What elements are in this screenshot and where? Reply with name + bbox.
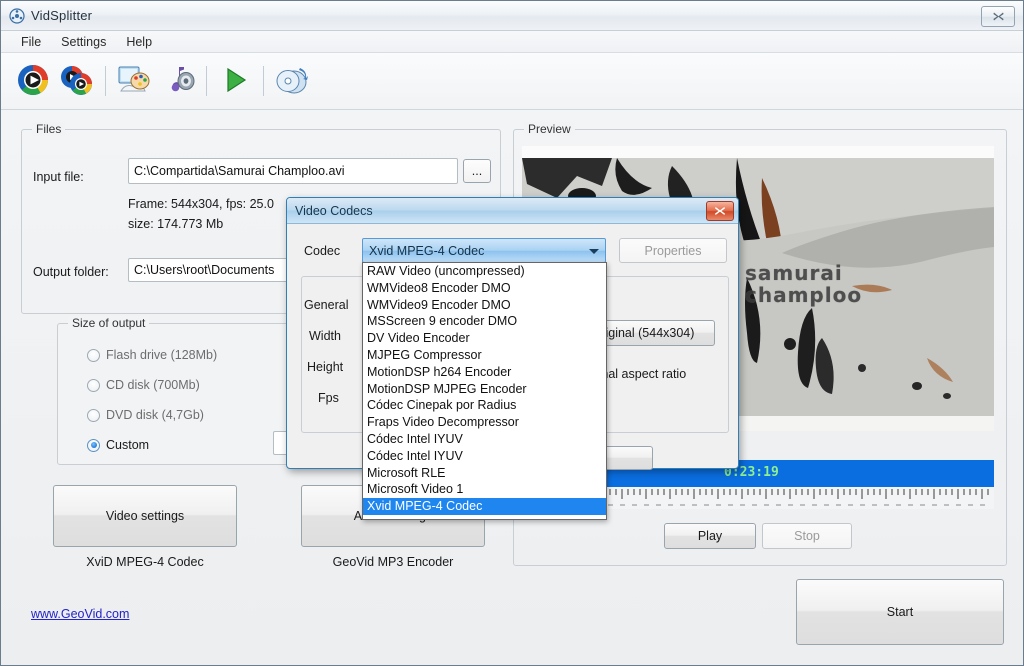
video-info-line2: size: 174.773 Mb bbox=[128, 217, 224, 231]
dialog-title: Video Codecs bbox=[295, 203, 373, 218]
video-effects-icon bbox=[117, 64, 151, 99]
radio-indicator bbox=[87, 378, 100, 392]
audio-codec-caption: GeoVid MP3 Encoder bbox=[332, 555, 454, 569]
dropdown-option[interactable]: MJPEG Compressor bbox=[363, 347, 606, 364]
dialog-codec-label: Codec bbox=[304, 244, 341, 258]
video-codecs-dialog: Video Codecs Codec Xvid MPEG-4 Codec Pro… bbox=[286, 197, 739, 520]
dropdown-option[interactable]: MotionDSP MJPEG Encoder bbox=[363, 381, 606, 398]
radio-label: Flash drive (128Mb) bbox=[106, 348, 218, 362]
dropdown-option[interactable]: WMVideo8 Encoder DMO bbox=[363, 280, 606, 297]
radio-indicator bbox=[87, 408, 100, 422]
play-button[interactable]: Play bbox=[664, 523, 756, 549]
burn-disc-icon bbox=[274, 64, 310, 99]
radio-indicator bbox=[87, 438, 100, 452]
video-info-line1: Frame: 544x304, fps: 25.0 bbox=[128, 197, 274, 211]
dropdown-option[interactable]: Microsoft Video 1 bbox=[363, 481, 606, 498]
input-file-field[interactable]: C:\Compartida\Samurai Champloo.avi bbox=[128, 158, 458, 184]
video-codec-caption: XviD MPEG-4 Codec bbox=[86, 555, 204, 569]
dropdown-option[interactable]: Códec Intel IYUV bbox=[363, 431, 606, 448]
menu-settings[interactable]: Settings bbox=[51, 33, 116, 51]
preview-letterbox bbox=[522, 146, 994, 158]
window-title: VidSplitter bbox=[31, 8, 93, 23]
dropdown-option[interactable]: MotionDSP h264 Encoder bbox=[363, 364, 606, 381]
preview-title-line2: champloo bbox=[745, 283, 863, 307]
start-button[interactable]: Start bbox=[796, 579, 1004, 645]
preview-legend: Preview bbox=[524, 122, 575, 136]
radio-indicator bbox=[87, 348, 100, 362]
film-reel-icon bbox=[9, 7, 25, 24]
toolbar-video-settings-button[interactable] bbox=[112, 58, 156, 104]
browse-input-button[interactable]: ... bbox=[463, 159, 491, 183]
codec-properties-button[interactable]: Properties bbox=[619, 238, 727, 263]
dropdown-option[interactable]: WMVideo9 Encoder DMO bbox=[363, 297, 606, 314]
dropdown-option[interactable]: Códec Intel IYUV bbox=[363, 448, 606, 465]
field-label-fps: Fps bbox=[318, 391, 339, 405]
dropdown-option[interactable]: Fraps Video Decompressor bbox=[363, 414, 606, 431]
geovid-link[interactable]: www.GeoVid.com bbox=[31, 607, 129, 621]
codec-combobox-value: Xvid MPEG-4 Codec bbox=[369, 243, 485, 258]
toolbar-separator bbox=[105, 66, 106, 96]
radio-custom[interactable]: Custom bbox=[87, 438, 149, 452]
window-titlebar: VidSplitter bbox=[1, 1, 1023, 31]
dropdown-option[interactable]: Microsoft RLE bbox=[363, 465, 606, 482]
input-file-label: Input file: bbox=[33, 170, 84, 184]
toolbar-start-button[interactable] bbox=[213, 58, 257, 104]
menu-help[interactable]: Help bbox=[116, 33, 162, 51]
field-label-general: General bbox=[304, 298, 349, 312]
field-label-width: Width bbox=[309, 329, 341, 343]
radio-cd-disk[interactable]: CD disk (700Mb) bbox=[87, 378, 200, 392]
audio-settings-icon bbox=[161, 64, 195, 99]
toolbar bbox=[1, 53, 1023, 110]
open-video-icon bbox=[16, 63, 50, 100]
toolbar-open-multiple-videos-button[interactable] bbox=[55, 58, 99, 104]
start-conversion-icon bbox=[220, 65, 250, 98]
toolbar-separator bbox=[263, 66, 264, 96]
codec-combobox[interactable]: Xvid MPEG-4 Codec bbox=[362, 238, 606, 263]
chevron-down-icon bbox=[589, 248, 599, 254]
toolbar-open-video-button[interactable] bbox=[11, 58, 55, 104]
menu-file[interactable]: File bbox=[11, 33, 51, 51]
dropdown-option[interactable]: DV Video Encoder bbox=[363, 330, 606, 347]
menubar: File Settings Help bbox=[1, 31, 1023, 53]
radio-label: DVD disk (4,7Gb) bbox=[106, 408, 204, 422]
toolbar-burn-disc-button[interactable] bbox=[270, 58, 314, 104]
size-of-output-legend: Size of output bbox=[68, 316, 150, 330]
dropdown-option[interactable]: RAW Video (uncompressed) bbox=[363, 263, 606, 280]
field-label-height: Height bbox=[307, 360, 344, 374]
radio-flash-drive[interactable]: Flash drive (128Mb) bbox=[87, 348, 217, 362]
toolbar-audio-settings-button[interactable] bbox=[156, 58, 200, 104]
output-folder-label: Output folder: bbox=[33, 265, 109, 279]
dialog-titlebar: Video Codecs bbox=[287, 198, 738, 224]
toolbar-separator bbox=[206, 66, 207, 96]
codec-dropdown-list[interactable]: RAW Video (uncompressed) WMVideo8 Encode… bbox=[362, 262, 607, 520]
video-settings-button[interactable]: Video settings bbox=[53, 485, 237, 547]
open-multiple-videos-icon bbox=[59, 63, 95, 100]
radio-label: Custom bbox=[106, 438, 150, 452]
dropdown-option[interactable]: MSScreen 9 encoder DMO bbox=[363, 313, 606, 330]
window-close-button[interactable] bbox=[981, 6, 1015, 27]
radio-dvd-disk[interactable]: DVD disk (4,7Gb) bbox=[87, 408, 204, 422]
files-legend: Files bbox=[32, 122, 66, 136]
stop-button[interactable]: Stop bbox=[762, 523, 852, 549]
dropdown-option-selected[interactable]: Xvid MPEG-4 Codec bbox=[363, 498, 606, 515]
dialog-close-button[interactable] bbox=[706, 201, 734, 221]
preview-title-line1: samurai bbox=[745, 261, 843, 285]
radio-label: CD disk (700Mb) bbox=[106, 378, 200, 392]
vidsplitter-window: VidSplitter File Settings Help Files Inp… bbox=[0, 0, 1024, 666]
dropdown-option[interactable]: Códec Cinepak por Radius bbox=[363, 397, 606, 414]
